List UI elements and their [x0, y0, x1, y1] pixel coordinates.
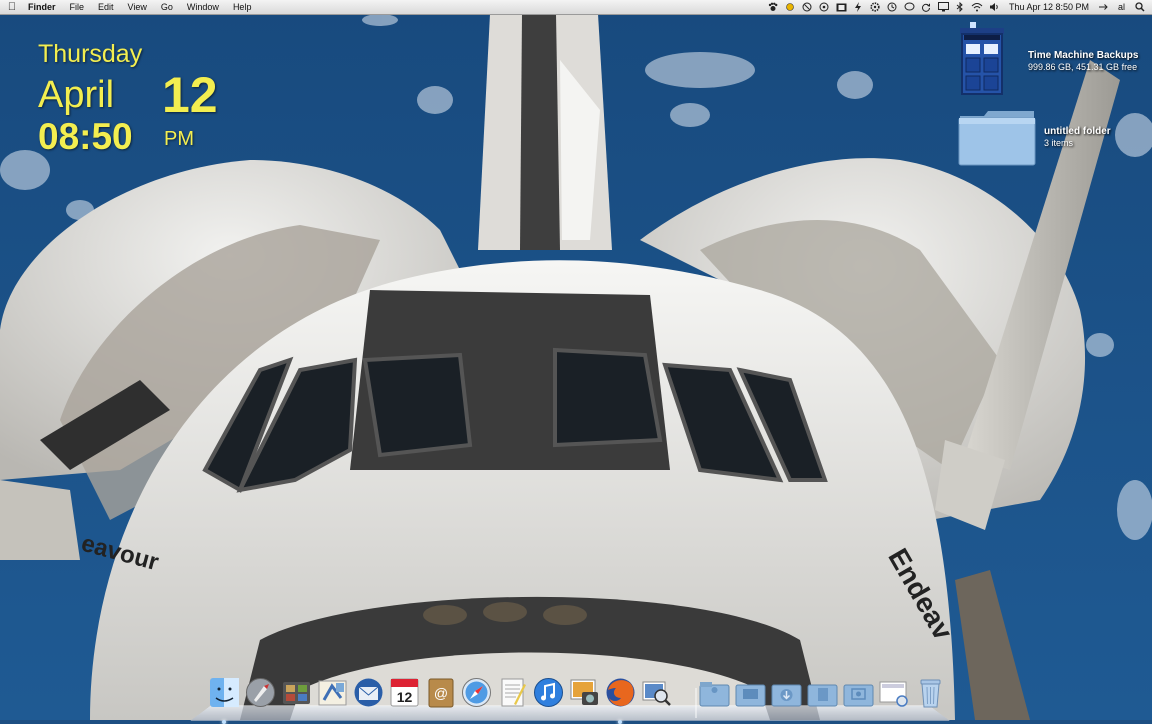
dock-applications-stack[interactable] [698, 676, 731, 710]
dock-calendar[interactable]: 12 [388, 676, 421, 710]
dock-documents-stack[interactable] [806, 676, 839, 710]
sun-icon[interactable] [782, 0, 799, 14]
monitor-icon[interactable] [935, 0, 952, 14]
apple-icon[interactable]:  [0, 0, 24, 14]
folder-icon [958, 111, 1036, 166]
desktop-icon-info: 3 items [1044, 138, 1074, 148]
clock-time: 08:50 [38, 116, 133, 157]
dock: 12 @ [190, 670, 950, 724]
running-indicator [222, 720, 226, 724]
screenshot-stack-icon [879, 681, 908, 707]
menu-app-name[interactable]: Finder [24, 0, 63, 14]
clock-month: April [38, 74, 115, 116]
finder-icon [210, 678, 239, 707]
desktop-icon-label: untitled folder [1044, 126, 1111, 137]
preview-icon [642, 681, 671, 706]
dock-desktop-stack[interactable] [734, 676, 767, 710]
mail-icon [318, 680, 347, 706]
dock-launchpad[interactable] [244, 676, 277, 710]
desktop-icon-label: Time Machine Backups [1028, 50, 1139, 61]
safari-icon [462, 678, 491, 707]
desktop-icon-info: 999.86 GB, 451.31 GB free [1028, 62, 1138, 72]
desktop-icon-time-machine[interactable]: Time Machine Backups 999.86 GB, 451.31 G… [956, 22, 1138, 101]
menu-file[interactable]: File [63, 0, 92, 14]
dock-photo-booth[interactable] [280, 676, 313, 710]
clock-date: 12 [162, 67, 218, 123]
clock-day: Thursday [38, 40, 143, 68]
itunes-icon [534, 678, 563, 707]
dock-finder[interactable] [208, 676, 241, 724]
film-icon[interactable] [833, 0, 850, 14]
sync-icon[interactable] [918, 0, 935, 14]
wifi-icon[interactable] [969, 0, 986, 14]
bluetooth-icon[interactable] [952, 0, 969, 14]
dock-firefox[interactable] [604, 676, 637, 724]
applications-stack-icon [699, 682, 730, 707]
dock-itunes[interactable] [532, 676, 565, 710]
menubar-clock[interactable]: Thu Apr 12 8:50 PM [1003, 0, 1095, 14]
menu-go[interactable]: Go [154, 0, 180, 14]
dock-separator [695, 688, 697, 718]
dock-safari[interactable] [460, 676, 493, 710]
thunderbird-icon [354, 678, 383, 707]
menu-help[interactable]: Help [226, 0, 259, 14]
menu-window[interactable]: Window [180, 0, 226, 14]
timer-icon[interactable] [799, 0, 816, 14]
dock-screenshot-stack[interactable] [878, 676, 911, 710]
calendar-icon: 12 [390, 678, 419, 707]
dock-thunderbird[interactable] [352, 676, 385, 710]
textedit-icon [501, 678, 526, 707]
dock-preview[interactable] [640, 676, 673, 710]
paw-icon[interactable] [765, 0, 782, 14]
dock-mail[interactable] [316, 676, 349, 710]
running-indicator [618, 720, 622, 724]
dock-pictures-stack[interactable] [842, 676, 875, 710]
chat-icon[interactable] [901, 0, 918, 14]
desktop-icon-untitled-folder[interactable]: untitled folder 3 items [958, 108, 1111, 171]
menu-extras: Thu Apr 12 8:50 PM al [765, 0, 1152, 14]
iphoto-icon [570, 679, 598, 705]
bolt-icon[interactable] [850, 0, 867, 14]
clock-ampm: PM [164, 128, 194, 150]
dock-textedit[interactable] [496, 676, 529, 710]
svg-text:@: @ [434, 685, 448, 701]
dock-trash[interactable] [914, 676, 947, 710]
tardis-drive-icon [960, 22, 1004, 95]
dock-downloads-stack[interactable] [770, 676, 803, 710]
trash-icon [920, 679, 941, 708]
gear-icon[interactable] [867, 0, 884, 14]
arrows-icon[interactable] [1095, 0, 1112, 14]
dock-iphoto[interactable] [568, 676, 601, 710]
spotlight-icon[interactable] [1131, 0, 1148, 14]
downloads-stack-icon [771, 684, 802, 707]
address-book-icon: @ [428, 678, 454, 708]
photo-booth-icon [283, 682, 310, 704]
time-machine-icon[interactable] [884, 0, 901, 14]
desktop-stack-icon [735, 684, 766, 707]
menu-bar:  Finder File Edit View Go Window Help [0, 0, 1152, 15]
dock-address-book[interactable]: @ [424, 676, 457, 710]
calendar-date: 12 [397, 689, 413, 705]
menu-view[interactable]: View [121, 0, 154, 14]
launchpad-icon [246, 678, 275, 707]
user-menu[interactable]: al [1112, 0, 1131, 14]
documents-stack-icon [807, 684, 838, 707]
volume-icon[interactable] [986, 0, 1003, 14]
steering-icon[interactable] [816, 0, 833, 14]
firefox-icon [606, 678, 635, 707]
menu-edit[interactable]: Edit [91, 0, 121, 14]
pictures-stack-icon [843, 684, 874, 707]
